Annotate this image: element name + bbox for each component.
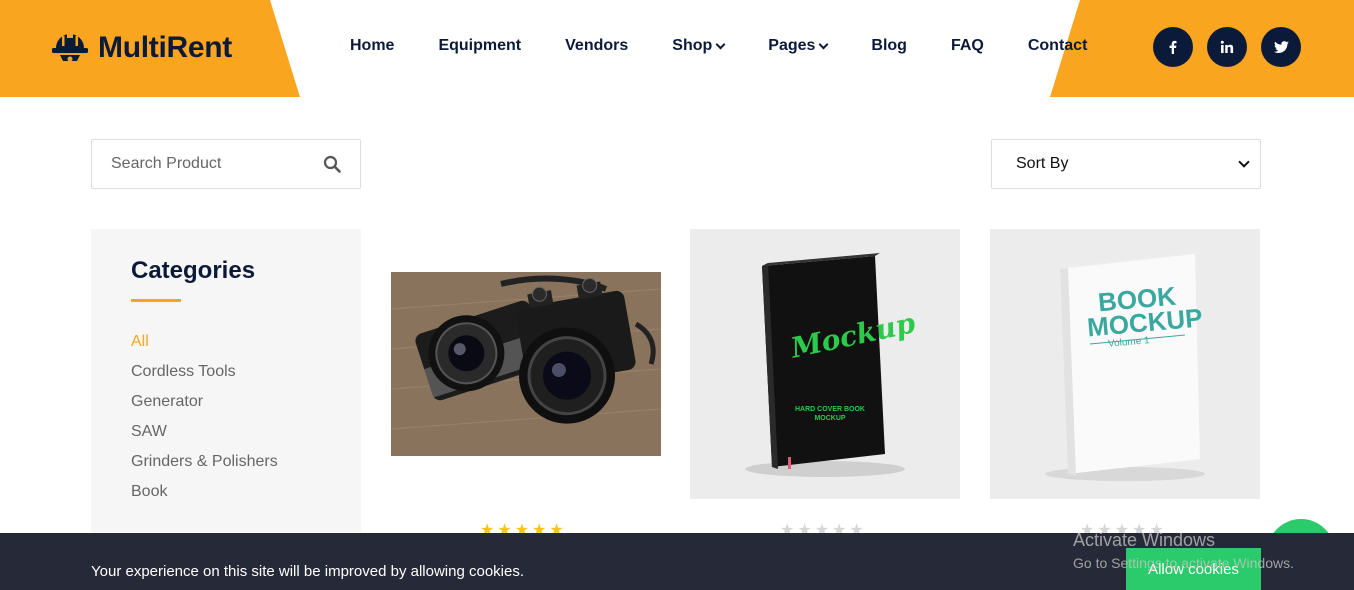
product-image-black-book[interactable]: Mockup HARD COVER BOOK MOCKUP [690, 229, 960, 499]
facebook-glyph [1169, 40, 1177, 54]
social-links [1153, 27, 1301, 67]
nav-pages[interactable]: Pages [768, 37, 829, 55]
site-header: MultiRent Home Equipment Vendors Shop Pa… [0, 0, 1354, 97]
nav-contact[interactable]: Contact [1028, 37, 1088, 55]
cameras-photo [391, 272, 661, 456]
category-saw[interactable]: SAW [131, 422, 321, 452]
category-generator[interactable]: Generator [131, 392, 321, 422]
nav-vendors[interactable]: Vendors [565, 37, 628, 55]
black-hardcover-book-mockup [690, 229, 960, 499]
nav-faq[interactable]: FAQ [951, 37, 984, 55]
category-cordless-tools[interactable]: Cordless Tools [131, 362, 321, 392]
search-box [91, 139, 361, 189]
cover-subtitle: HARD COVER BOOK MOCKUP [794, 406, 865, 422]
product-image-white-book[interactable]: BOOK MOCKUP Volume 1 [990, 229, 1260, 499]
search-icon[interactable] [323, 155, 341, 173]
twitter-icon[interactable] [1261, 27, 1301, 67]
title-underline [131, 299, 181, 302]
categories-title: Categories [131, 257, 256, 284]
nav-equipment[interactable]: Equipment [438, 37, 521, 55]
nav-pages-label: Pages [768, 37, 816, 54]
chevron-down-icon [818, 39, 829, 49]
category-all[interactable]: All [131, 332, 321, 362]
site-logo[interactable]: MultiRent [50, 28, 232, 68]
helmet-gear-icon [52, 32, 88, 62]
nav-shop-label: Shop [672, 37, 713, 54]
sort-selected: Sort By [1016, 155, 1069, 172]
page: MultiRent Home Equipment Vendors Shop Pa… [0, 0, 1354, 590]
chevron-down-icon [1238, 156, 1250, 168]
linkedin-glyph [1220, 40, 1234, 53]
sort-select[interactable]: Sort By [991, 139, 1261, 189]
product-card[interactable]: Mockup HARD COVER BOOK MOCKUP [690, 229, 960, 499]
categories-sidebar: Categories All Cordless Tools Generator … [91, 229, 361, 559]
nav-home[interactable]: Home [350, 37, 394, 55]
product-card[interactable] [391, 229, 661, 499]
nav-shop[interactable]: Shop [672, 37, 726, 55]
activate-windows-title: Activate Windows [1073, 530, 1216, 550]
search-input[interactable] [111, 155, 323, 173]
product-image-cameras[interactable] [391, 229, 661, 499]
product-card[interactable]: BOOK MOCKUP Volume 1 [990, 229, 1260, 499]
chevron-down-icon [715, 39, 726, 49]
twitter-glyph [1273, 40, 1289, 53]
linkedin-icon[interactable] [1207, 27, 1247, 67]
category-grinders-polishers[interactable]: Grinders & Polishers [131, 452, 321, 482]
activate-windows-subtitle: Go to Settings to activate Windows. [1073, 555, 1294, 571]
logo-text: MultiRent [98, 31, 232, 64]
cover-title: BOOK MOCKUP [1085, 280, 1204, 343]
nav-blog[interactable]: Blog [871, 37, 907, 55]
facebook-icon[interactable] [1153, 27, 1193, 67]
white-book-mockup [990, 229, 1260, 499]
cookie-message: Your experience on this site will be imp… [91, 563, 525, 580]
category-book[interactable]: Book [131, 482, 321, 512]
main-nav: Home Equipment Vendors Shop Pages Blog F… [350, 37, 1087, 55]
